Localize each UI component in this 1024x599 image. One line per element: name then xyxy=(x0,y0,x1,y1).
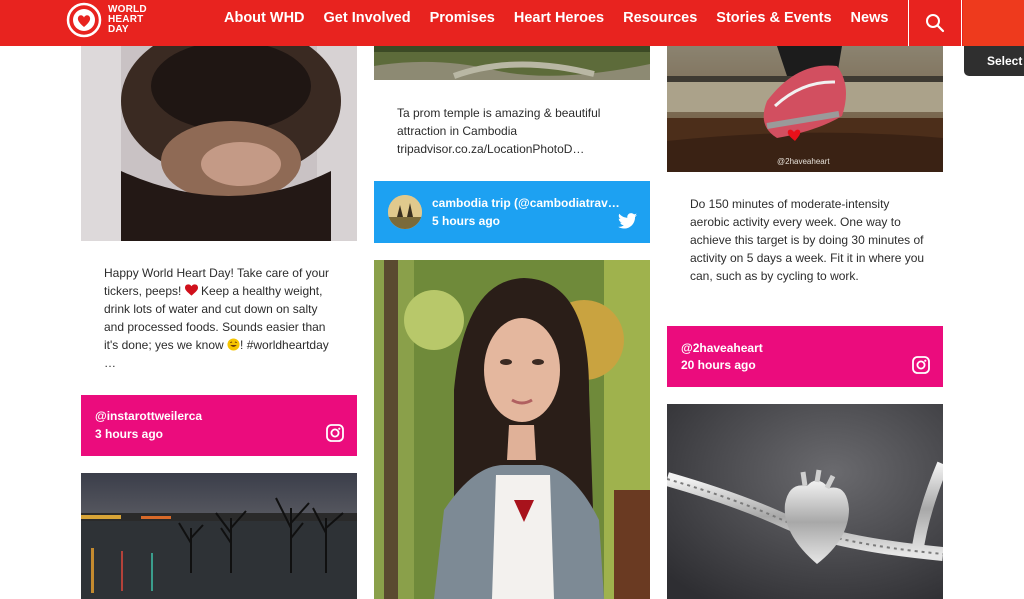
nav-heart-heroes[interactable]: Heart Heroes xyxy=(514,10,604,26)
twitter-bird-icon[interactable] xyxy=(618,213,637,229)
instagram-post-footer-instarottweilerca[interactable]: @instarottweilerca 3 hours ago xyxy=(81,395,357,456)
temple-ground-photo xyxy=(374,46,650,80)
woman-portrait-photo xyxy=(374,260,650,599)
select-language-button[interactable]: Select xyxy=(964,46,1024,76)
post-image-temple-ground[interactable] xyxy=(374,46,650,80)
cambodia-avatar[interactable] xyxy=(388,195,422,229)
post-handle[interactable]: @2haveaheart xyxy=(681,341,881,355)
header-side-tab[interactable] xyxy=(963,0,1024,46)
instagram-icon[interactable] xyxy=(912,356,930,374)
lake-night-photo xyxy=(81,473,357,599)
post-text-instarottweilerca: Happy World Heart Day! Take care of your… xyxy=(104,264,340,372)
post-timestamp: 3 hours ago xyxy=(95,427,164,441)
post-image-lake-night[interactable] xyxy=(81,473,357,599)
logo-wordmark: WORLD HEART DAY xyxy=(108,5,147,35)
post-text-cambodia: Ta prom temple is amazing & beautiful at… xyxy=(397,106,601,156)
post-image-heart-bracelet[interactable] xyxy=(667,404,943,599)
search-icon xyxy=(926,14,945,33)
nav-resources[interactable]: Resources xyxy=(623,10,697,26)
post-image-dog-nose[interactable] xyxy=(81,46,357,241)
laughing-emoji-icon xyxy=(227,338,240,351)
heart-bracelet-photo xyxy=(667,404,943,599)
post-image-running-shoes[interactable]: @2haveaheart xyxy=(667,46,943,172)
nav-stories-events[interactable]: Stories & Events xyxy=(716,10,831,26)
nav-about-whd[interactable]: About WHD xyxy=(224,10,305,26)
cambodia-avatar-image xyxy=(388,195,422,229)
dog-nose-photo xyxy=(81,46,357,241)
instagram-icon[interactable] xyxy=(326,424,344,442)
post-timestamp: 5 hours ago xyxy=(432,214,501,228)
heart-logo-icon xyxy=(66,2,102,38)
nav-promises[interactable]: Promises xyxy=(430,10,495,26)
red-heart-icon xyxy=(184,284,198,296)
post-handle[interactable]: @instarottweilerca xyxy=(95,409,295,423)
search-button[interactable] xyxy=(908,0,962,46)
instagram-post-footer-2haveaheart[interactable]: @2haveaheart 20 hours ago xyxy=(667,326,943,387)
twitter-post-footer-cambodia[interactable]: cambodia trip (@cambodiatrav… 5 hours ag… xyxy=(374,181,650,243)
site-header: WORLD HEART DAY About WHD Get Involved P… xyxy=(0,0,1024,46)
nav-get-involved[interactable]: Get Involved xyxy=(324,10,411,26)
post-handle[interactable]: cambodia trip (@cambodiatrav… xyxy=(432,196,622,210)
nav-news[interactable]: News xyxy=(851,10,889,26)
image-watermark: @2haveaheart xyxy=(777,157,830,166)
logo-line-3: DAY xyxy=(108,24,129,35)
post-timestamp: 20 hours ago xyxy=(681,358,756,372)
post-text-2haveaheart: Do 150 minutes of moderate-intensity aer… xyxy=(690,197,925,283)
running-shoes-photo: @2haveaheart xyxy=(667,46,943,172)
main-nav: About WHD Get Involved Promises Heart He… xyxy=(224,0,888,36)
post-image-woman-portrait[interactable] xyxy=(374,260,650,599)
world-heart-day-logo[interactable]: WORLD HEART DAY xyxy=(66,0,147,40)
